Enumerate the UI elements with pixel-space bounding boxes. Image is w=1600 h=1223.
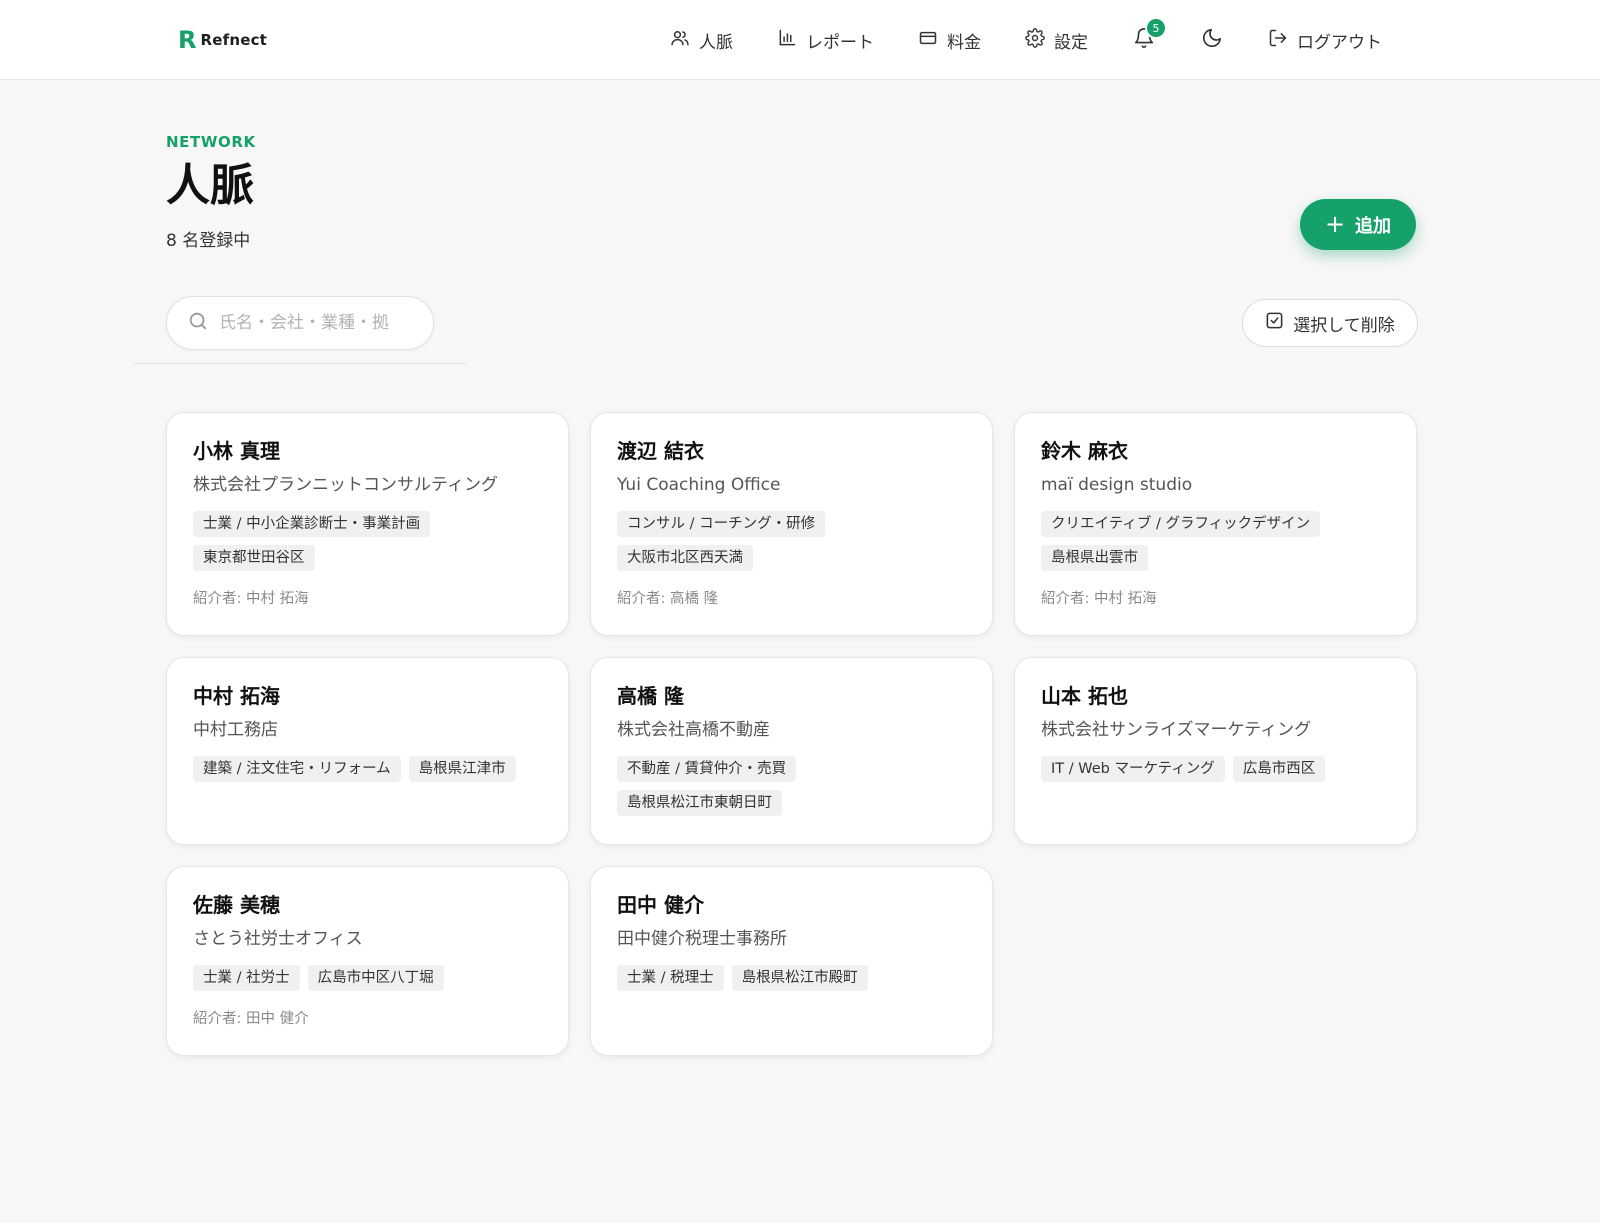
- gear-icon: [1025, 27, 1045, 53]
- nav-item-network-label: 人脈: [699, 32, 733, 53]
- add-contact-button[interactable]: + 追加: [1300, 199, 1416, 250]
- contact-tags: IT / Web マーケティング 広島市西区: [1041, 756, 1390, 782]
- contact-tags: 不動産 / 賃貸仲介・売買 島根県松江市東朝日町: [617, 756, 966, 816]
- logout-label: ログアウト: [1297, 32, 1382, 53]
- contact-company: Yui Coaching Office: [617, 475, 781, 495]
- nav-item-settings[interactable]: 設定: [1025, 27, 1088, 53]
- app-logo[interactable]: R Refnect: [178, 27, 267, 53]
- contact-tags: クリエイティブ / グラフィックデザイン 島根県出雲市: [1041, 511, 1390, 571]
- location-tag: 広島市西区: [1232, 756, 1326, 782]
- contact-name: 高橋 隆: [617, 684, 684, 708]
- nav-item-report[interactable]: レポート: [777, 28, 874, 53]
- checkbox-icon: [1265, 311, 1284, 335]
- industry-tag: 不動産 / 賃貸仲介・売買: [617, 756, 797, 782]
- dark-mode-toggle[interactable]: [1200, 28, 1224, 52]
- contact-name: 鈴木 麻衣: [1041, 439, 1128, 463]
- section-eyebrow: NETWORK: [166, 133, 256, 151]
- search-divider: [134, 363, 466, 364]
- contact-card[interactable]: 高橋 隆 株式会社高橋不動産 不動産 / 賃貸仲介・売買 島根県松江市東朝日町: [590, 657, 993, 845]
- contact-referrer: 紹介者: 高橋 隆: [617, 591, 719, 607]
- contact-tags: 建築 / 注文住宅・リフォーム 島根県江津市: [193, 756, 542, 782]
- contact-card[interactable]: 田中 健介 田中健介税理士事務所 士業 / 税理士 島根県松江市殿町: [590, 866, 993, 1056]
- logout-icon: [1268, 28, 1288, 53]
- industry-tag: 士業 / 中小企業診断士・事業計画: [193, 511, 431, 537]
- contact-company: 株式会社プランニットコンサルティング: [193, 475, 498, 495]
- industry-tag: 士業 / 税理士: [617, 965, 724, 991]
- contact-tags: 士業 / 税理士 島根県松江市殿町: [617, 965, 966, 991]
- search-box: [166, 296, 434, 350]
- select-delete-label: 選択して削除: [1293, 315, 1395, 336]
- location-tag: 東京都世田谷区: [193, 545, 315, 571]
- contact-referrer: 紹介者: 中村 拓海: [1041, 591, 1157, 607]
- moon-icon: [1201, 27, 1223, 53]
- bar-chart-icon: [777, 28, 797, 53]
- contact-card[interactable]: 中村 拓海 中村工務店 建築 / 注文住宅・リフォーム 島根県江津市: [166, 657, 569, 845]
- contact-card[interactable]: 佐藤 美穂 さとう社労士オフィス 士業 / 社労士 広島市中区八丁堀 紹介者: …: [166, 866, 569, 1056]
- contact-referrer: 紹介者: 中村 拓海: [193, 591, 309, 607]
- page-title: 人脈: [166, 160, 254, 211]
- contact-card[interactable]: 小林 真理 株式会社プランニットコンサルティング 士業 / 中小企業診断士・事業…: [166, 412, 569, 636]
- location-tag: 広島市中区八丁堀: [307, 965, 444, 991]
- contact-company: 田中健介税理士事務所: [617, 929, 787, 949]
- logo-text: Refnect: [200, 31, 268, 49]
- location-tag: 島根県出雲市: [1041, 545, 1148, 571]
- industry-tag: 建築 / 注文住宅・リフォーム: [193, 756, 401, 782]
- search-input[interactable]: [219, 313, 409, 333]
- contact-company: 株式会社サンライズマーケティング: [1041, 720, 1312, 740]
- industry-tag: クリエイティブ / グラフィックデザイン: [1041, 511, 1321, 537]
- select-delete-button[interactable]: 選択して削除: [1242, 299, 1418, 347]
- top-navigation-bar: R Refnect 人脈 レポート 料金 設定 5 ログアウト: [0, 0, 1600, 80]
- location-tag: 島根県江津市: [408, 756, 516, 782]
- credit-card-icon: [918, 28, 938, 53]
- nav-item-settings-label: 設定: [1054, 32, 1088, 53]
- main-nav: 人脈 レポート 料金 設定 5 ログアウト: [670, 17, 1382, 58]
- nav-item-pricing-label: 料金: [947, 32, 981, 53]
- nav-item-report-label: レポート: [806, 32, 874, 53]
- contact-card[interactable]: 鈴木 麻衣 maï design studio クリエイティブ / グラフィック…: [1014, 412, 1417, 636]
- contact-company: maï design studio: [1041, 475, 1193, 495]
- contact-name: 田中 健介: [617, 893, 704, 917]
- contact-card[interactable]: 山本 拓也 株式会社サンライズマーケティング IT / Web マーケティング …: [1014, 657, 1417, 845]
- logo-mark: R: [178, 26, 197, 54]
- nav-item-pricing[interactable]: 料金: [918, 28, 981, 53]
- contact-name: 小林 真理: [193, 439, 280, 463]
- contact-name: 中村 拓海: [193, 684, 280, 708]
- add-contact-label: 追加: [1355, 215, 1392, 237]
- contact-tags: コンサル / コーチング・研修 大阪市北区西天満: [617, 511, 966, 571]
- location-tag: 大阪市北区西天満: [617, 545, 753, 571]
- contact-name: 渡辺 結衣: [617, 439, 704, 463]
- contact-name: 佐藤 美穂: [193, 893, 280, 917]
- contact-count: 8 名登録中: [166, 231, 251, 251]
- users-icon: [670, 28, 690, 53]
- location-tag: 島根県松江市東朝日町: [617, 790, 782, 816]
- industry-tag: 士業 / 社労士: [193, 965, 300, 991]
- notifications-button[interactable]: 5: [1132, 17, 1167, 52]
- contact-company: 中村工務店: [193, 720, 278, 740]
- industry-tag: IT / Web マーケティング: [1041, 756, 1225, 782]
- contact-tags: 士業 / 社労士 広島市中区八丁堀: [193, 965, 542, 991]
- search-icon: [187, 310, 209, 336]
- contact-card[interactable]: 渡辺 結衣 Yui Coaching Office コンサル / コーチング・研…: [590, 412, 993, 636]
- contact-company: 株式会社高橋不動産: [617, 720, 770, 740]
- notification-count-badge: 5: [1145, 17, 1167, 39]
- plus-icon: +: [1324, 209, 1346, 238]
- contact-tags: 士業 / 中小企業診断士・事業計画 東京都世田谷区: [193, 511, 542, 571]
- nav-item-network[interactable]: 人脈: [670, 28, 733, 53]
- logout-button[interactable]: ログアウト: [1268, 28, 1382, 53]
- contact-name: 山本 拓也: [1041, 684, 1128, 708]
- contact-company: さとう社労士オフィス: [193, 929, 363, 949]
- location-tag: 島根県松江市殿町: [731, 965, 868, 991]
- industry-tag: コンサル / コーチング・研修: [617, 511, 826, 537]
- contact-referrer: 紹介者: 田中 健介: [193, 1011, 309, 1027]
